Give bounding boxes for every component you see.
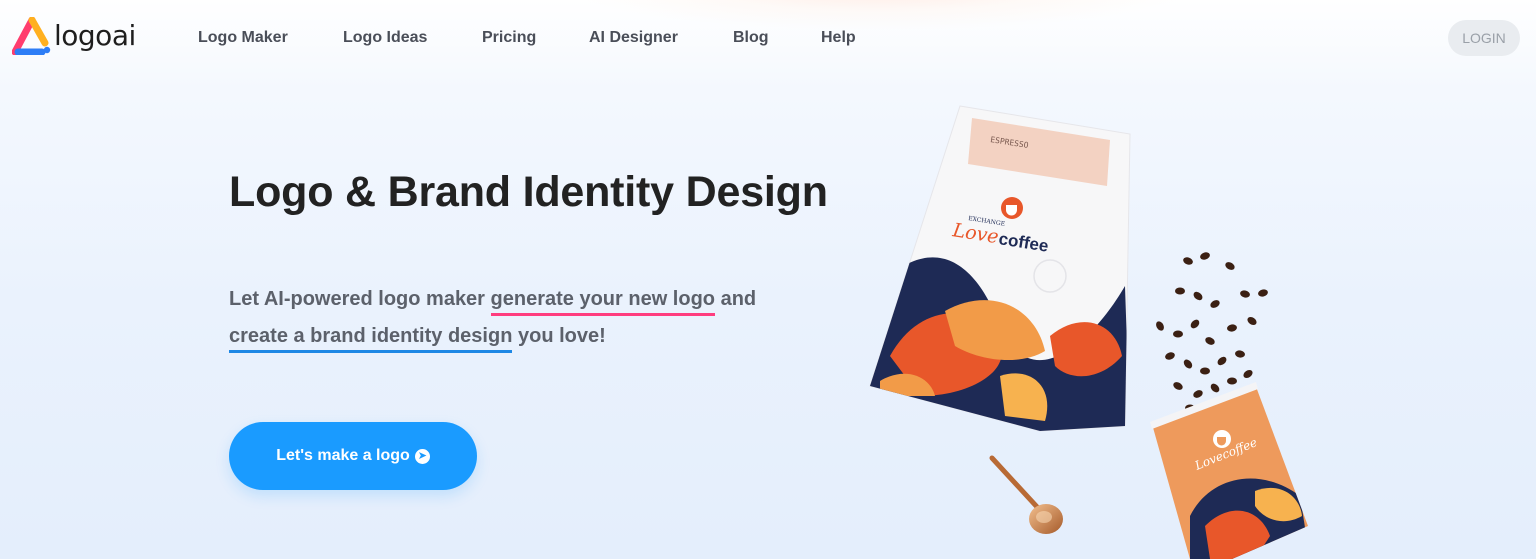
brand-name: logoai [54,19,136,52]
login-button[interactable]: LOGIN [1448,20,1520,56]
logoai-mark-icon [12,17,51,55]
hero-description: Let AI-powered logo maker generate your … [229,281,849,355]
hero-desc-text: Let AI-powered logo maker [229,288,491,310]
coffee-mockup-illustration: ESPRESSO EXCHANGE Love coffee Lovecoffee [869,105,1308,559]
brand-logo[interactable]: logoai [12,17,136,55]
nav-ai-designer[interactable]: AI Designer [589,28,678,48]
site-header: logoai Logo Maker Logo Ideas Pricing AI … [0,0,1536,76]
arrow-circle-right-icon: ➤ [414,448,430,464]
make-logo-button[interactable]: Let's make a logo ➤ [229,422,477,490]
coffee-spoon [989,455,1063,534]
highlight-generate-logo: generate your new logo [490,288,716,316]
hero-desc-text: and [715,288,757,310]
paper-cup: Lovecoffee [1150,382,1308,559]
highlight-brand-identity: create a brand identity design [229,325,513,353]
hero-desc-text: you love! [512,325,606,347]
nav-help[interactable]: Help [821,28,856,48]
coffee-bag: ESPRESSO EXCHANGE Love coffee [869,105,1131,432]
hero-title: Logo & Brand Identity Design [229,168,828,216]
cta-label: Let's make a logo [276,447,410,464]
nav-logo-maker[interactable]: Logo Maker [198,28,288,48]
nav-blog[interactable]: Blog [733,28,769,48]
nav-pricing[interactable]: Pricing [482,28,536,48]
nav-logo-ideas[interactable]: Logo Ideas [343,28,427,48]
